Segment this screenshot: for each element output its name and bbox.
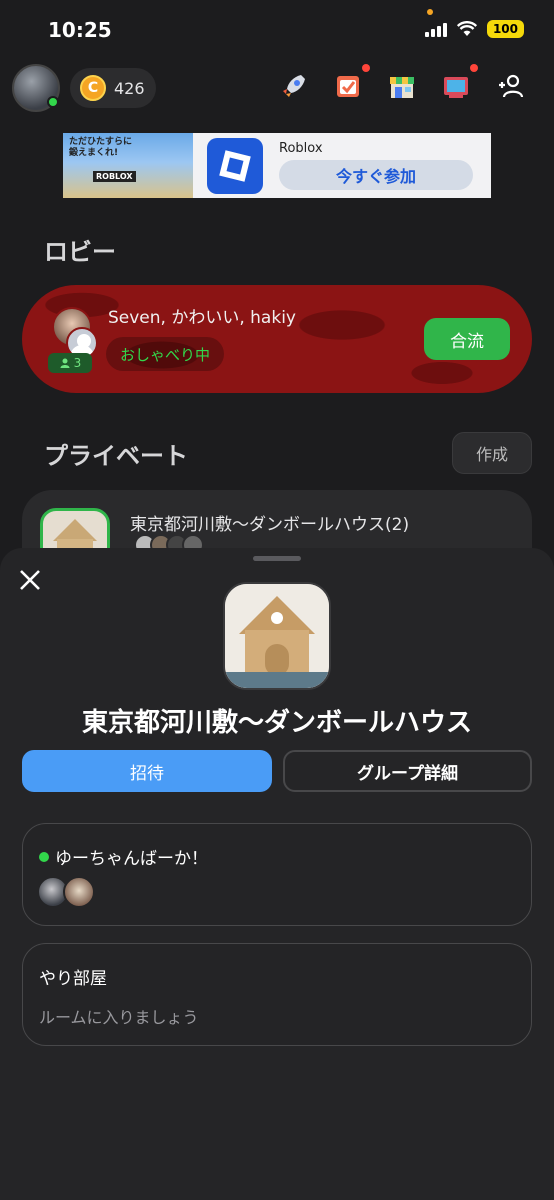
top-actions [278, 64, 526, 102]
create-button[interactable]: 作成 [452, 432, 532, 474]
close-icon[interactable] [16, 566, 44, 594]
room-card[interactable]: やり部屋 ルームに入りましょう [22, 943, 532, 1046]
status-time: 10:25 [48, 18, 112, 42]
member-count-badge: 3 [48, 353, 92, 373]
active-indicator [39, 851, 49, 862]
group-name: 東京都河川敷〜ダンボールハウス(2) [130, 515, 410, 535]
room-name: ゆーちゃんばーか！ [55, 849, 208, 869]
group-title: 東京都河川敷〜ダンボールハウス [81, 708, 472, 738]
notification-badge [470, 64, 478, 72]
ad-image-brand: ROBLOX [93, 171, 136, 182]
shop-icon[interactable] [386, 70, 418, 102]
lobby-members: Seven, かわいい, hakiy [108, 308, 296, 328]
profile-avatar[interactable] [12, 64, 60, 112]
room-name: やり部屋 [39, 969, 107, 989]
ad-image-line1: ただひたすらに [69, 137, 133, 147]
member-count: 3 [73, 356, 82, 370]
room-name-row: ゆーちゃんばーか！ [39, 844, 208, 869]
coin-count: 426 [114, 78, 145, 98]
people-icon [60, 358, 70, 368]
lobby-card[interactable]: 3 Seven, かわいい, hakiy おしゃべり中 合流 [22, 285, 532, 393]
status-bar: 10:25 100 [0, 0, 554, 62]
checklist-icon[interactable] [332, 64, 370, 102]
lobby-status: おしゃべり中 [106, 337, 225, 371]
signal-icon [424, 21, 447, 37]
invite-button[interactable]: 招待 [22, 750, 272, 792]
top-bar: C 426 [0, 62, 554, 116]
rocket-icon[interactable] [278, 70, 310, 102]
privacy-indicator [427, 9, 433, 15]
ad-title: Roblox [279, 141, 323, 156]
private-heading: プライベート [44, 442, 188, 470]
battery-icon: 100 [486, 20, 524, 38]
ad-join-button[interactable]: 今すぐ参加 [279, 160, 473, 190]
notification-badge [362, 64, 370, 72]
coin-icon: C [80, 75, 106, 101]
group-details-button[interactable]: グループ詳細 [283, 750, 532, 792]
ad-image-text: ただひたすらに 鍛えまくれ! [69, 137, 132, 159]
status-icons: 100 [424, 20, 524, 38]
wifi-icon [456, 21, 477, 36]
room-subtitle: ルームに入りましょう [39, 1008, 199, 1027]
avatar [63, 876, 95, 908]
roblox-logo-icon [207, 137, 263, 194]
tv-icon[interactable] [440, 64, 478, 102]
sheet-grabber[interactable] [253, 556, 301, 561]
coin-balance[interactable]: C 426 [70, 68, 156, 108]
lobby-heading: ロビー [44, 238, 116, 266]
ad-image: ただひたすらに 鍛えまくれ! ROBLOX [63, 133, 193, 198]
ad-image-line2: 鍛えまくれ! [69, 148, 119, 158]
room-card[interactable]: ゆーちゃんばーか！ [22, 823, 532, 926]
group-image [223, 582, 331, 690]
group-bottom-sheet: 東京都河川敷〜ダンボールハウス 招待 グループ詳細 ゆーちゃんばーか！ やり部屋… [0, 548, 554, 1200]
room-member-avatars [37, 876, 117, 910]
join-button[interactable]: 合流 [424, 318, 510, 360]
ad-banner[interactable]: ただひたすらに 鍛えまくれ! ROBLOX Roblox 今すぐ参加 [63, 133, 491, 198]
online-indicator [47, 96, 59, 108]
add-friend-icon[interactable] [494, 70, 526, 102]
